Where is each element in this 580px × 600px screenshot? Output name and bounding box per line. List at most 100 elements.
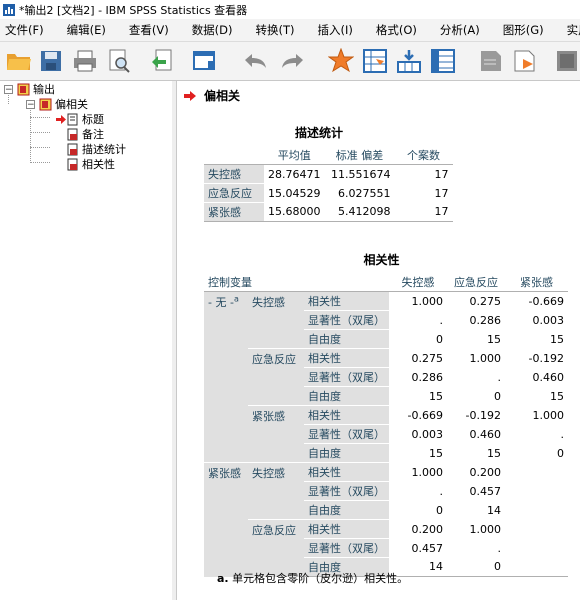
cell: 0.460 [505,367,568,387]
table-row: 失控感 28.76471 11.551674 17 [204,164,453,184]
col-header: 失控感 [389,273,447,292]
control-group-tension: 紧张感 [204,462,248,577]
print-preview-icon[interactable] [104,46,134,76]
menu-analyze[interactable]: 分析(A) [435,22,485,38]
cell: 15.04529 [264,183,325,203]
table-doc-icon [67,158,78,170]
collapse-icon[interactable]: − [26,99,35,109]
outline-root-label: 输出 [33,83,55,96]
stat-label: 显著性（双尾） [304,538,389,558]
stat-label: 自由度 [304,386,389,406]
cell: -0.669 [389,405,447,425]
outline-item-label: 备注 [82,128,104,141]
cell: 17 [394,202,453,222]
window-title: *输出2 [文档2] - IBM SPSS Statistics 查看器 [19,3,248,17]
goto-variable-icon[interactable] [394,46,424,76]
section-arrow-icon [184,90,196,101]
cell: 15 [447,443,505,463]
col-header: 应急反应 [447,273,505,292]
outline-item-correlations[interactable]: 相关性 [66,156,115,172]
cell: 1.000 [389,462,447,482]
section-heading: 偏相关 [184,87,240,104]
cell: 0.286 [447,310,505,330]
stat-label: 相关性 [304,462,389,482]
outline-item-descriptives[interactable]: 描述统计 [66,141,126,157]
outline-pane: − 输出 − 偏相关 标题 备注 描述统计 相关性 [0,81,173,600]
var-label: 应急反应 [248,519,304,577]
cell: 15 [447,329,505,349]
row-label: 紧张感 [204,202,264,222]
cell: 0.286 [389,367,447,387]
menu-graphs[interactable]: 图形(G) [498,22,549,38]
cell: . [447,538,505,558]
redo-icon[interactable] [278,46,308,76]
stat-label: 显著性（双尾） [304,424,389,444]
stat-label: 显著性（双尾） [304,310,389,330]
cell: 0.200 [389,519,447,539]
script-icon[interactable] [510,46,540,76]
var-label: 失控感 [248,291,304,349]
menu-format[interactable]: 格式(O) [371,22,422,38]
menu-utilities[interactable]: 实用程序(U) [562,22,580,38]
stat-label: 自由度 [304,443,389,463]
open-folder-icon[interactable] [4,46,34,76]
var-label: 紧张感 [248,405,304,463]
run-icon[interactable] [552,46,580,76]
outline-procedure[interactable]: − 偏相关 [26,96,88,112]
control-group-none: - 无 -a [204,291,248,463]
descriptives-table: 平均值 标准 偏差 个案数 失控感 28.76471 11.551674 17 … [204,146,453,222]
cell: 0.275 [389,348,447,368]
undo-icon[interactable] [240,46,270,76]
cell: 15 [389,443,447,463]
row-label: 应急反应 [204,183,264,203]
outline-root[interactable]: − 输出 [4,81,55,97]
cell: 1.000 [389,291,447,311]
cell: 5.412098 [324,202,395,222]
spss-app-icon [3,3,15,16]
designate-window-icon[interactable] [476,46,506,76]
cell: -0.669 [505,291,568,311]
outline-procedure-label: 偏相关 [55,98,88,111]
cell: 15 [389,386,447,406]
cell: 0 [447,386,505,406]
export-icon[interactable] [148,46,178,76]
menu-insert[interactable]: 插入(I) [313,22,358,38]
outline-item-notes[interactable]: 备注 [66,126,104,142]
variables-icon[interactable] [428,46,458,76]
cell: 0.003 [505,310,568,330]
output-content-pane: 偏相关 描述统计 平均值 标准 偏差 个案数 失控感 28.76471 11.5… [177,81,580,600]
goto-data-icon[interactable] [326,46,356,76]
cell: 15.68000 [264,202,325,222]
outline-item-title[interactable]: 标题 [56,111,104,127]
cell: 0.275 [447,291,505,311]
menu-edit[interactable]: 编辑(E) [62,22,111,38]
footnote-marker: a. [217,572,229,585]
toolbar [0,42,580,81]
cell: 1.000 [447,348,505,368]
output-book-icon [17,83,30,95]
correlations-table: 控制变量 失控感 应急反应 紧张感 - 无 -a 失控感 相关性 1.000 0… [204,273,568,577]
table-row: 紧张感 15.68000 5.412098 17 [204,202,453,222]
print-icon[interactable] [70,46,100,76]
goto-case-icon[interactable] [360,46,390,76]
recall-dialog-icon[interactable] [190,46,220,76]
menu-transform[interactable]: 转换(T) [251,22,300,38]
cell: -0.192 [505,348,568,368]
menu-file[interactable]: 文件(F) [0,22,49,38]
desc-table-title: 描述统计 [294,126,343,140]
save-icon[interactable] [36,46,66,76]
cell: . [389,481,447,501]
var-label: 失控感 [248,462,304,520]
cell: 0.003 [389,424,447,444]
stat-label: 相关性 [304,348,389,368]
menu-data[interactable]: 数据(D) [187,22,238,38]
col-header: 平均值 [264,146,325,165]
collapse-icon[interactable]: − [4,84,13,94]
row-label: 失控感 [204,164,264,184]
title-bar: *输出2 [文档2] - IBM SPSS Statistics 查看器 [0,0,580,20]
menu-view[interactable]: 查看(V) [124,22,174,38]
cell: 0 [447,557,505,577]
col-header: 个案数 [394,146,453,165]
table-row: 应急反应 15.04529 6.027551 17 [204,183,453,203]
procedure-book-icon [39,98,52,110]
